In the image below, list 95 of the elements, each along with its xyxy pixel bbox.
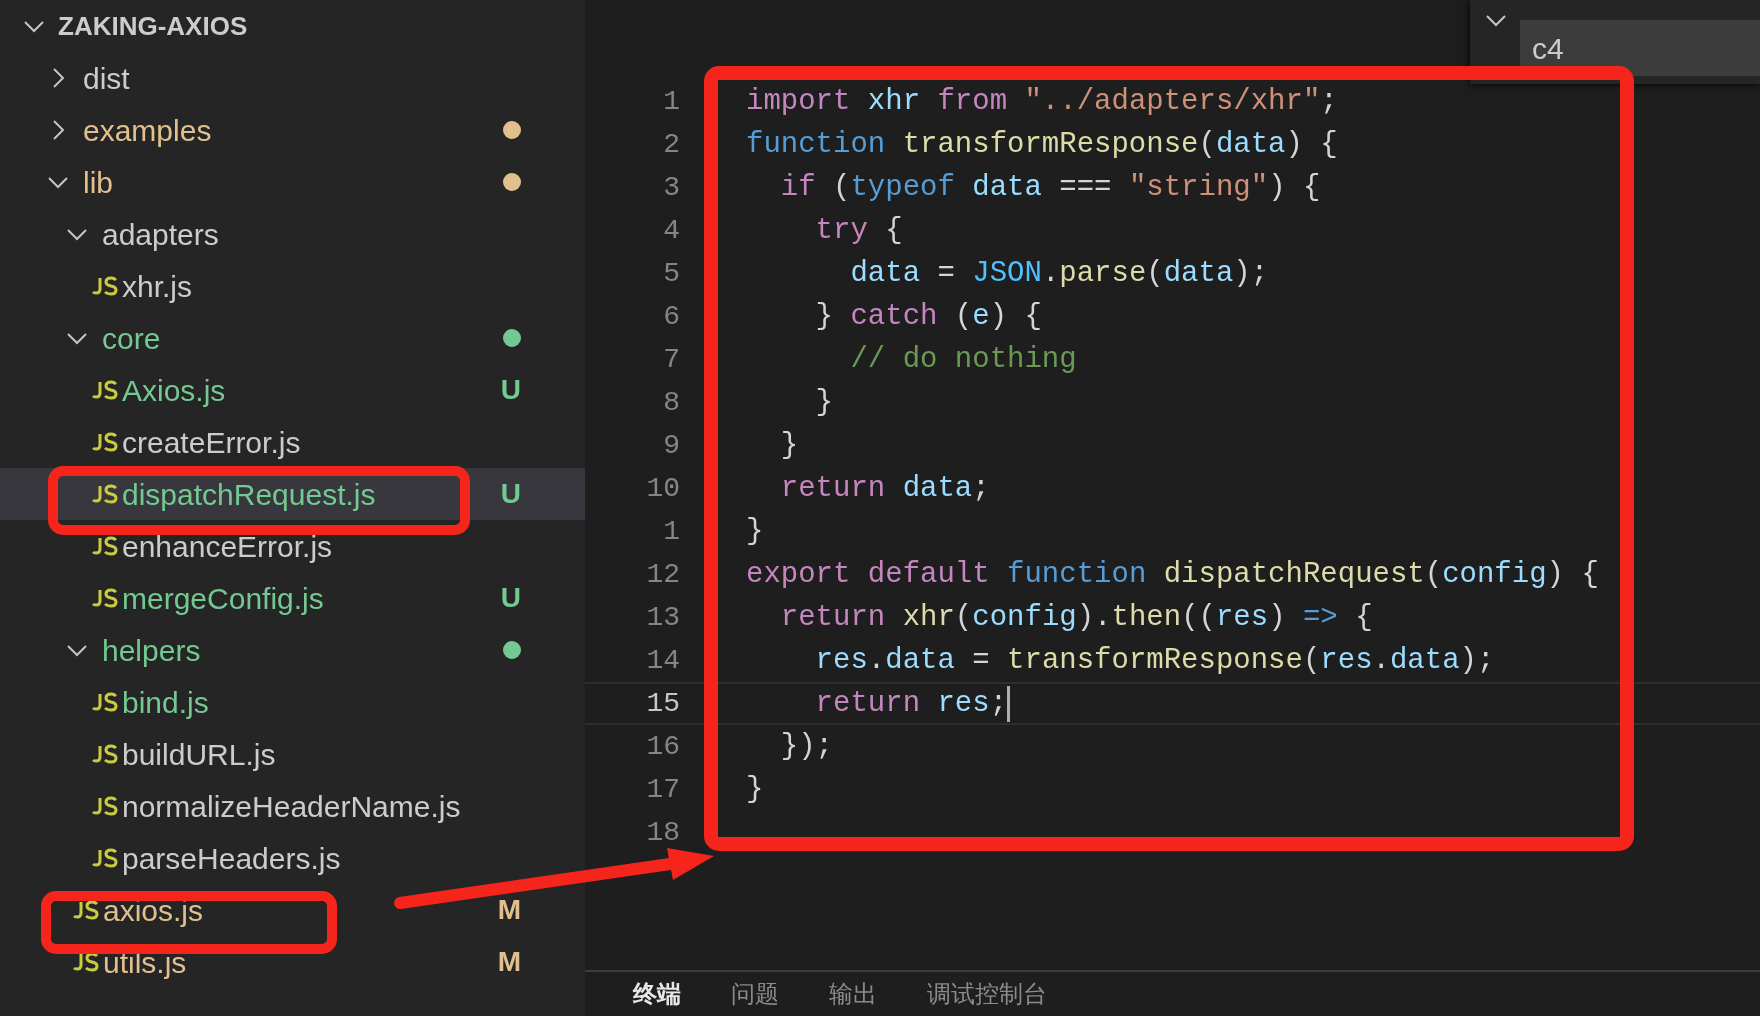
code-line: try { xyxy=(814,212,903,249)
code-line: return res; xyxy=(814,685,1008,722)
folder-name: lib xyxy=(83,164,113,201)
js-file-icon xyxy=(92,432,118,452)
file-name: xhr.js xyxy=(122,268,193,305)
file-name: normalizeHeaderName.js xyxy=(122,788,461,825)
js-file-icon xyxy=(92,276,118,296)
code-line: export default function dispatchRequest(config) { xyxy=(746,556,1599,593)
file-name: utils.js xyxy=(103,944,187,981)
folder-name: dist xyxy=(83,60,130,97)
file-row[interactable]: bind.js xyxy=(0,676,585,728)
code-line: // do nothing xyxy=(849,341,1077,378)
line-number: 1 xyxy=(662,84,680,119)
js-file-icon xyxy=(92,744,118,764)
line-number: 14 xyxy=(645,643,680,678)
code-line: return data; xyxy=(779,470,990,507)
folder-row[interactable]: core xyxy=(0,312,585,364)
file-row[interactable]: utils.js M xyxy=(0,936,585,988)
git-status-label: U xyxy=(500,477,521,511)
folder-row[interactable]: dist xyxy=(0,52,585,104)
line-number: 10 xyxy=(645,471,680,506)
line-number: 13 xyxy=(645,600,680,635)
js-file-icon xyxy=(92,380,118,400)
code-line: } xyxy=(814,384,833,421)
code-line: res.data = transformResponse(res.data); xyxy=(814,642,1495,679)
explorer-header[interactable]: ZAKING-AXIOS xyxy=(0,0,585,52)
file-row[interactable]: xhr.js xyxy=(0,260,585,312)
folder-row[interactable]: examples xyxy=(0,104,585,156)
folder-name: examples xyxy=(83,112,212,149)
file-name: mergeConfig.js xyxy=(122,580,324,617)
line-number: 17 xyxy=(645,772,680,807)
panel-tab[interactable]: 问题 xyxy=(731,979,779,1009)
file-name: dispatchRequest.js xyxy=(122,476,376,513)
code-line: function transformResponse(data) { xyxy=(746,126,1338,163)
file-name: axios.js xyxy=(103,892,204,929)
line-number: 16 xyxy=(645,729,680,764)
file-row[interactable]: enhanceError.js xyxy=(0,520,585,572)
file-row[interactable]: buildURL.js xyxy=(0,728,585,780)
file-row[interactable]: createError.js xyxy=(0,416,585,468)
git-status-label: M xyxy=(497,893,521,927)
js-file-icon xyxy=(73,952,99,972)
folder-name: core xyxy=(102,320,161,357)
git-status-label: U xyxy=(500,373,521,407)
js-file-icon xyxy=(73,900,99,920)
js-file-icon xyxy=(92,692,118,712)
line-number: 7 xyxy=(662,342,680,377)
file-name: bind.js xyxy=(122,684,209,721)
js-file-icon xyxy=(92,588,118,608)
js-file-icon xyxy=(92,536,118,556)
file-row[interactable]: mergeConfig.js U xyxy=(0,572,585,624)
git-status-label: M xyxy=(497,945,521,979)
js-file-icon xyxy=(92,796,118,816)
panel-tab[interactable]: 终端 xyxy=(633,979,681,1009)
file-name: enhanceError.js xyxy=(122,528,333,565)
code-line: } xyxy=(746,771,764,808)
find-field[interactable]: c4 xyxy=(1520,20,1760,76)
panel-tab[interactable]: 调试控制台 xyxy=(927,979,1047,1009)
code-line: } xyxy=(746,513,764,550)
line-number: 15 xyxy=(645,686,680,721)
line-number: 4 xyxy=(662,213,680,248)
panel-tab[interactable]: 输出 xyxy=(829,979,877,1009)
line-number: 12 xyxy=(645,557,680,592)
line-number: 1 xyxy=(662,514,680,549)
file-row[interactable]: axios.js M xyxy=(0,884,585,936)
folder-row[interactable]: adapters xyxy=(0,208,585,260)
code-line: }); xyxy=(779,728,833,765)
folder-row[interactable]: lib xyxy=(0,156,585,208)
file-name: Axios.js xyxy=(122,372,226,409)
file-name: buildURL.js xyxy=(122,736,276,773)
line-number: 2 xyxy=(662,127,680,162)
line-number: 6 xyxy=(662,299,680,334)
folder-name: adapters xyxy=(102,216,219,253)
file-row[interactable]: parseHeaders.js xyxy=(0,832,585,884)
line-number: 9 xyxy=(662,428,680,463)
folder-row[interactable]: helpers xyxy=(0,624,585,676)
line-number: 5 xyxy=(662,256,680,291)
project-title: ZAKING-AXIOS xyxy=(58,9,248,43)
code-line: if (typeof data === "string") { xyxy=(779,169,1321,206)
folder-name: helpers xyxy=(102,632,201,669)
code-line: } xyxy=(779,427,799,464)
code-line: return xhr(config).then((res) => { xyxy=(779,599,1373,636)
file-name: createError.js xyxy=(122,424,301,461)
line-number: 3 xyxy=(662,170,680,205)
file-row[interactable]: Axios.js U xyxy=(0,364,585,416)
line-number: 18 xyxy=(645,815,680,850)
js-file-icon xyxy=(92,848,118,868)
code-line: data = JSON.parse(data); xyxy=(849,255,1269,292)
file-row[interactable]: normalizeHeaderName.js xyxy=(0,780,585,832)
code-line: } catch (e) { xyxy=(814,298,1042,335)
line-number: 8 xyxy=(662,385,680,420)
file-name: parseHeaders.js xyxy=(122,840,341,877)
text-cursor xyxy=(1007,685,1011,722)
code-line: import xhr from "../adapters/xhr"; xyxy=(746,83,1338,120)
git-status-label: U xyxy=(500,581,521,615)
js-file-icon xyxy=(92,484,118,504)
